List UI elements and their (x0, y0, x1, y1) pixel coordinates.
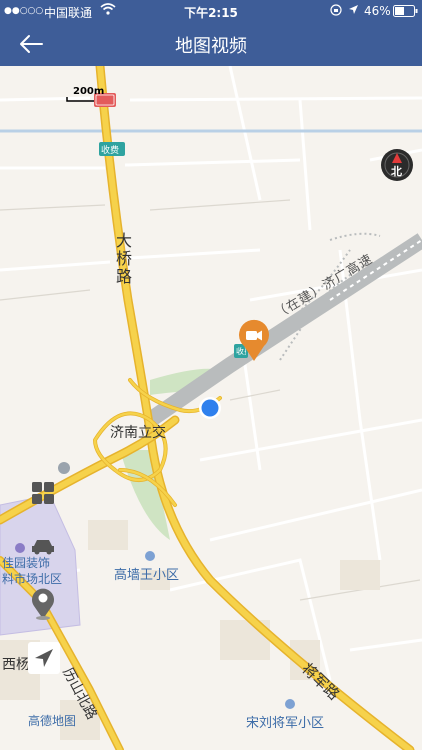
rotation-lock-icon (330, 4, 342, 19)
nav-bar: 地图视频 (0, 22, 422, 66)
expressway (145, 233, 422, 427)
layers-button[interactable] (30, 480, 56, 506)
road-label-daqiao: 大桥路 (113, 232, 132, 286)
amap-logo: 高德地图 (28, 714, 77, 728)
page-title: 地图视频 (175, 36, 247, 57)
video-camera-marker[interactable] (236, 318, 272, 362)
location-arrow-icon (348, 4, 359, 18)
poi-gaoqiang[interactable]: 高墙王小区 (114, 564, 179, 583)
current-location-dot (198, 396, 222, 420)
location-pin-icon (30, 586, 56, 620)
scale-label: 200m (73, 86, 105, 97)
poi-songliu[interactable]: 宋刘将军小区 (246, 712, 324, 731)
grid-icon (32, 482, 54, 504)
poi-jiayuan-line1[interactable]: 佳园装饰 (2, 554, 50, 571)
video-camera-icon (239, 319, 269, 361)
compass-north-label: 北 (391, 165, 402, 178)
status-bar: ●●○○○ 中国联通 下午2:15 46% (0, 0, 422, 22)
interchange-label: 济南立交 (110, 425, 166, 441)
compass-button[interactable]: 北 (380, 148, 414, 182)
toll-label-1: 收费 (101, 146, 120, 156)
battery-icon (393, 5, 418, 20)
car-icon (30, 536, 56, 556)
poi-jiayuan-line2[interactable]: 料市场北区 (2, 570, 62, 587)
navigation-arrow-icon (35, 649, 53, 667)
locate-me-button[interactable] (28, 642, 60, 674)
map-view[interactable]: 200m 收费 收费 大桥路 济南立交 （在建）济广高速 高墙王小区 佳园装饰 … (0, 66, 422, 750)
battery-percent: 46% (364, 4, 391, 18)
